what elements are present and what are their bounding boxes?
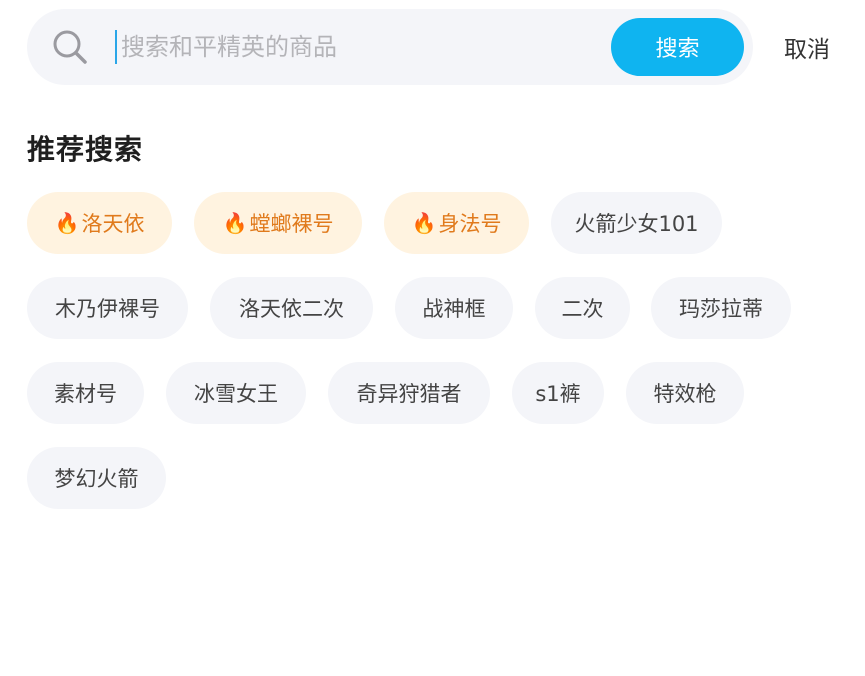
tag-label: 洛天依 (81, 212, 145, 236)
flame-icon: 🔥 (54, 211, 80, 235)
tag-label: 特效枪 (653, 382, 717, 406)
tag-label: s1裤 (535, 382, 581, 406)
recommend-tag[interactable]: 🔥 身法号 (384, 192, 529, 254)
recommend-tag[interactable]: 火箭少女101 (551, 192, 722, 254)
tag-label: 奇异狩猎者 (356, 382, 462, 406)
flame-icon: 🔥 (411, 211, 437, 235)
recommend-tag[interactable]: 玛莎拉蒂 (651, 277, 791, 339)
tag-label: 洛天依二次 (239, 297, 344, 321)
search-input[interactable] (115, 28, 591, 66)
search-button[interactable]: 搜索 (611, 18, 744, 76)
recommend-tag[interactable]: 木乃伊裸号 (27, 277, 188, 339)
recommend-tag[interactable]: 🔥 洛天依 (27, 192, 172, 254)
cancel-button[interactable]: 取消 (784, 30, 830, 64)
recommend-tag[interactable]: 冰雪女王 (166, 362, 306, 424)
recommend-tag[interactable]: 战神框 (395, 277, 513, 339)
tag-label: 二次 (561, 297, 604, 321)
recommend-tag[interactable]: 二次 (535, 277, 630, 339)
recommend-tag[interactable]: 特效枪 (626, 362, 744, 424)
tag-label: 冰雪女王 (194, 382, 278, 406)
tag-label: 梦幻火箭 (54, 467, 139, 491)
flame-icon: 🔥 (222, 211, 248, 235)
recommend-tag[interactable]: 🔥 螳螂裸号 (194, 192, 362, 254)
recommend-tag[interactable]: s1裤 (512, 362, 604, 424)
recommend-tag[interactable]: 梦幻火箭 (27, 447, 166, 509)
search-page: 搜索 取消 推荐搜索 🔥洛天依 🔥螳螂裸号 🔥身法号 火箭少女101 木乃伊裸号… (0, 0, 865, 676)
tag-label: 玛莎拉蒂 (679, 297, 763, 321)
text-cursor (115, 30, 117, 64)
tag-label: 螳螂裸号 (249, 212, 334, 236)
tag-label: 战神框 (422, 297, 486, 321)
search-icon (53, 30, 87, 64)
tag-label: 身法号 (438, 212, 502, 236)
tag-label: 火箭少女101 (574, 212, 699, 236)
recommend-tag[interactable]: 奇异狩猎者 (328, 362, 490, 424)
recommend-tag[interactable]: 素材号 (27, 362, 144, 424)
tag-label: 木乃伊裸号 (55, 297, 160, 321)
recommend-tag[interactable]: 洛天依二次 (210, 277, 373, 339)
recommend-title: 推荐搜索 (27, 133, 144, 166)
tag-label: 素材号 (54, 382, 117, 406)
